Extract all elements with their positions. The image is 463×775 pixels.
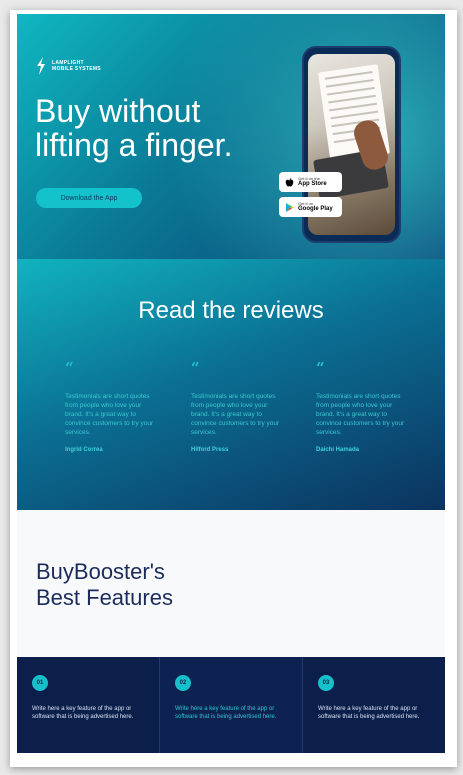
bolt-logo-icon xyxy=(37,57,45,75)
feature-number-badge: 03 xyxy=(318,675,334,691)
feature-card: 03 Write here a key feature of the app o… xyxy=(303,657,445,753)
hero-title-line-2: lifting a finger. xyxy=(35,127,233,163)
quote-icon: “ xyxy=(316,359,325,377)
hero-section: LAMPLIGHT MOBILE SYSTEMS Buy without lif… xyxy=(17,14,445,259)
google-play-icon xyxy=(284,202,294,212)
features-title: BuyBooster's Best Features xyxy=(36,559,256,611)
apple-icon xyxy=(284,177,294,187)
landing-page: LAMPLIGHT MOBILE SYSTEMS Buy without lif… xyxy=(17,14,445,753)
feature-columns: 01 Write here a key feature of the app o… xyxy=(17,657,445,753)
quote-icon: “ xyxy=(191,359,200,377)
feature-text: Write here a key feature of the app or s… xyxy=(175,706,277,720)
google-play-label: Google Play xyxy=(298,206,333,212)
brand-logo[interactable]: LAMPLIGHT MOBILE SYSTEMS xyxy=(36,57,101,75)
review-card: “ Testimonials are short quotes from peo… xyxy=(316,359,411,454)
features-title-line-2: Best Features xyxy=(36,585,173,610)
hero-title-line-1: Buy without xyxy=(35,93,201,129)
review-text: Testimonials are short quotes from peopl… xyxy=(65,393,154,436)
feature-text: Write here a key feature of the app or s… xyxy=(318,706,420,720)
feature-card: 02 Write here a key feature of the app o… xyxy=(160,657,303,753)
reviewer-name: Daichi Hamada xyxy=(316,447,360,453)
quote-icon: “ xyxy=(65,359,74,377)
google-play-badge[interactable]: Get it on Google Play xyxy=(279,197,342,217)
review-card: “ Testimonials are short quotes from peo… xyxy=(191,359,286,454)
reviewer-name: Ingrid Correa xyxy=(65,447,103,453)
feature-number-badge: 01 xyxy=(32,675,48,691)
app-store-label: App Store xyxy=(298,181,327,187)
feature-card: 01 Write here a key feature of the app o… xyxy=(17,657,160,753)
review-card: “ Testimonials are short quotes from peo… xyxy=(65,359,160,454)
logo-line-2: MOBILE SYSTEMS xyxy=(52,66,101,72)
features-title-line-1: BuyBooster's xyxy=(36,559,165,584)
review-text: Testimonials are short quotes from peopl… xyxy=(191,393,280,436)
app-store-badge[interactable]: Get it on the App Store xyxy=(279,172,342,192)
feature-text: Write here a key feature of the app or s… xyxy=(32,706,134,720)
feature-number-badge: 02 xyxy=(175,675,191,691)
review-text: Testimonials are short quotes from peopl… xyxy=(316,393,405,436)
hero-title: Buy without lifting a finger. xyxy=(35,94,275,162)
reviewer-name: Hilford Press xyxy=(191,447,229,453)
reviews-title: Read the reviews xyxy=(138,297,324,324)
download-app-button[interactable]: Download the App xyxy=(36,188,142,208)
